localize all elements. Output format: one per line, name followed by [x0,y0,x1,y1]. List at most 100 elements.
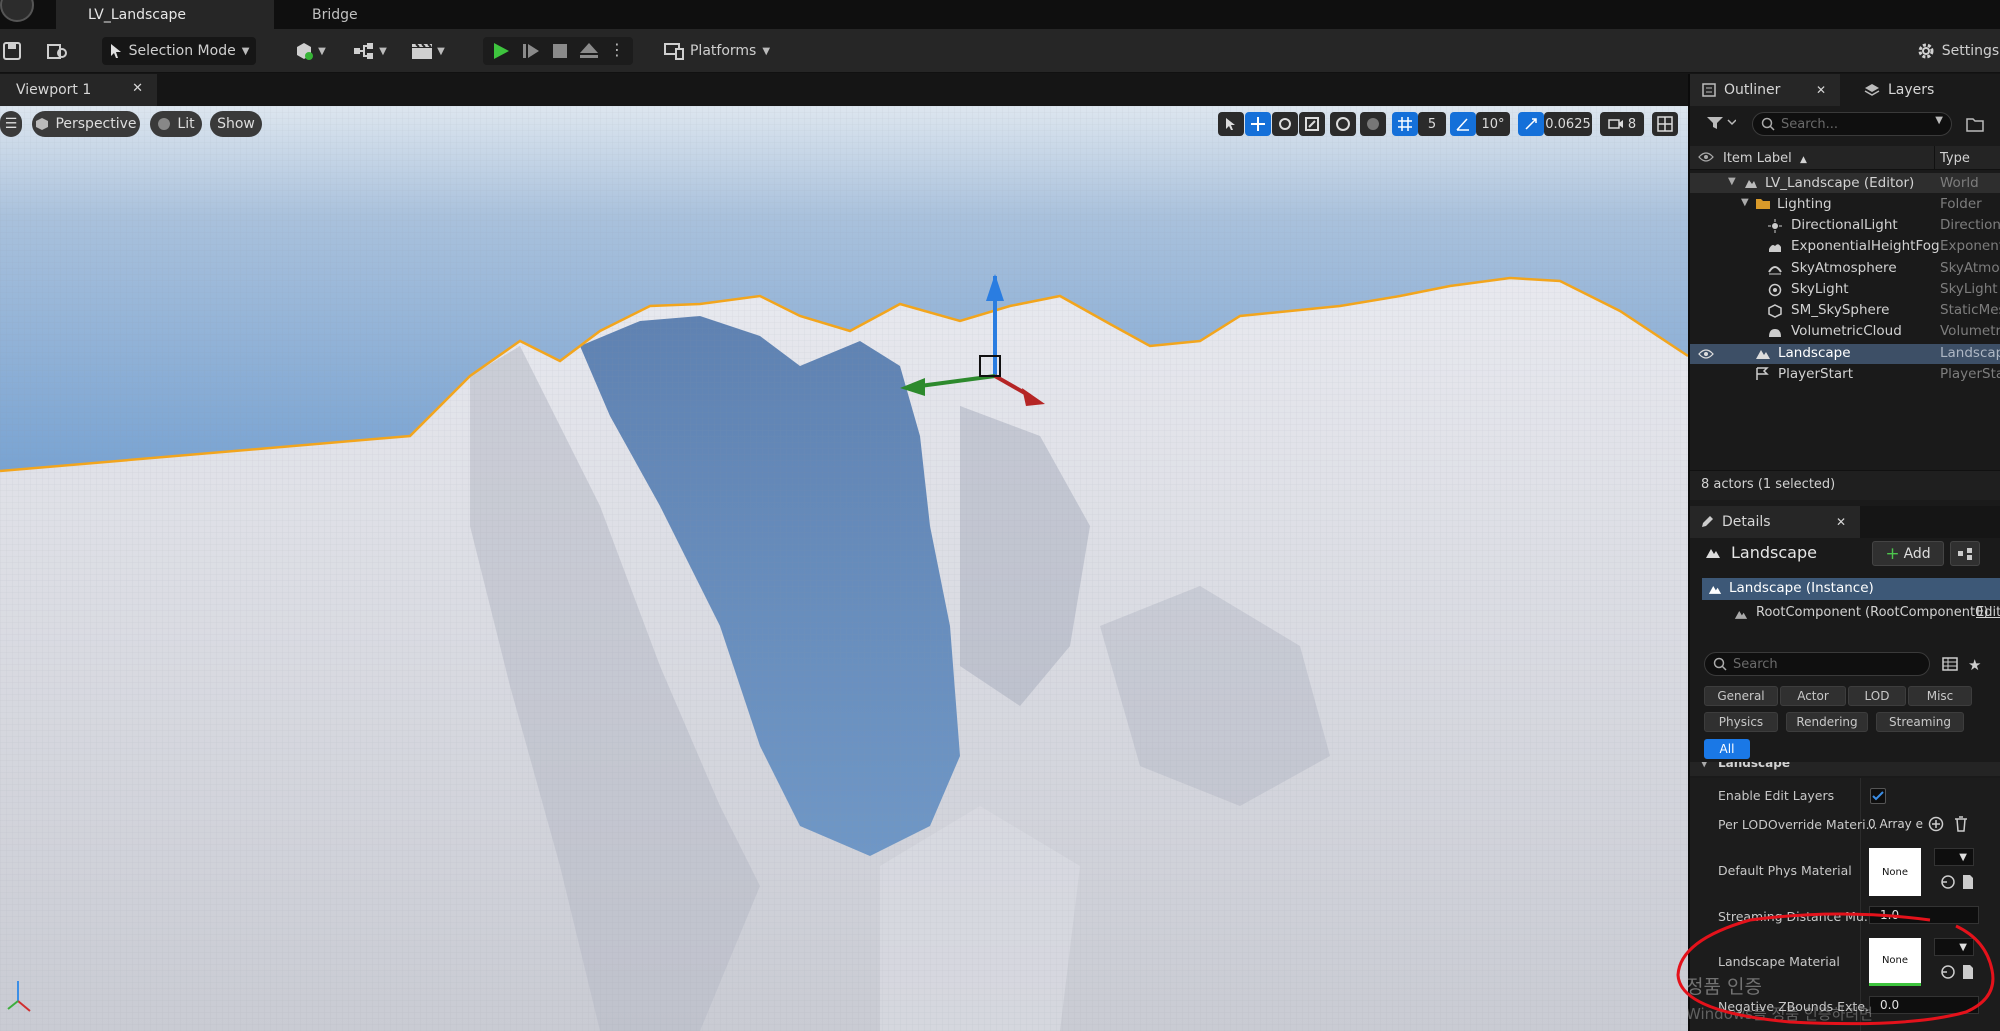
viewport-menu-icon[interactable]: ☰ [0,111,22,137]
property-matrix-icon[interactable] [1942,657,1958,671]
rotation-snap-value[interactable]: 10° [1476,112,1510,136]
tab-viewport-1[interactable]: Viewport 1 ✕ [0,74,157,106]
viewport-tab-label: Viewport 1 [16,82,92,98]
tab-bridge[interactable]: Bridge [274,0,414,29]
scale-tool-icon[interactable] [1299,112,1325,136]
column-divider[interactable] [1934,146,1935,170]
column-item-label[interactable]: Item Label ▲ [1723,151,1807,166]
filter-general[interactable]: General [1704,686,1778,706]
play-icon[interactable] [491,41,511,61]
add-folder-icon[interactable] [1966,116,1984,132]
rotation-snap-icon[interactable] [1450,112,1476,136]
unreal-logo-icon[interactable] [0,0,34,22]
close-icon[interactable]: ✕ [1836,515,1846,529]
add-component-button[interactable]: + Add [1872,541,1944,566]
add-label: Add [1903,545,1931,562]
layers-tab-label: Layers [1888,82,1935,98]
edit-link[interactable]: Edit [1976,605,2000,620]
grid-snap-icon[interactable] [1392,112,1418,136]
platforms-dropdown[interactable]: Platforms ▼ [663,37,770,65]
filter-streaming[interactable]: Streaming [1876,712,1964,732]
landscape-icon [1755,347,1771,360]
outliner-item-label: VolumetricCloud [1791,323,1902,339]
thumbnail-label: None [1881,866,1909,878]
blueprints-button[interactable]: ▼ [348,37,392,65]
trash-icon[interactable] [1954,816,1968,832]
tab-layers[interactable]: Layers [1850,74,2000,106]
lit-button[interactable]: Lit [150,111,202,137]
perspective-label: Perspective [55,116,137,132]
tab-lv-landscape[interactable]: LV_Landscape [56,0,274,29]
rotate-tool-icon[interactable] [1272,112,1298,136]
clapperboard-icon [411,42,433,60]
tab-details[interactable]: Details ✕ [1690,506,1860,538]
show-button[interactable]: Show [210,111,262,137]
viewport-toolbar: ☰ Perspective Lit Show 5 10° 0.0625 8 [0,106,1688,142]
phys-material-thumbnail[interactable]: None [1869,848,1921,896]
scale-snap-value[interactable]: 0.0625 [1544,112,1592,136]
details-search-input[interactable]: Search [1704,652,1930,676]
cursor-icon [109,43,123,59]
chevron-down-icon: ▼ [1959,851,1967,863]
add-element-icon[interactable] [1928,816,1944,832]
expand-arrow-icon[interactable]: ▼ [1741,197,1749,208]
eye-icon[interactable] [1698,348,1714,360]
grid-snap-value[interactable]: 5 [1418,112,1446,136]
camera-speed-button[interactable]: 8 [1600,112,1644,136]
filter-icon[interactable] [1706,115,1736,131]
visibility-column-icon[interactable] [1698,151,1714,163]
viewport-tab-strip: Viewport 1 ✕ [0,74,1688,106]
enable-edit-layers-checkbox[interactable] [1870,788,1886,804]
level-viewport[interactable] [0,106,1688,1031]
browse-icon[interactable] [1962,874,1974,890]
scale-snap-icon[interactable] [1518,112,1544,136]
use-selected-icon[interactable] [1940,874,1956,890]
world-local-icon[interactable] [1330,112,1356,136]
select-cursor-icon[interactable] [1218,112,1244,136]
viewport-layout-icon[interactable] [1652,112,1678,136]
surface-snap-icon[interactable] [1360,112,1386,136]
red-annotation-circle [1676,912,1995,1026]
filter-all[interactable]: All [1704,739,1750,759]
settings-button[interactable]: Settings [1910,37,2000,65]
component-instance-label: Landscape (Instance) [1729,580,1874,596]
advance-frame-icon[interactable] [521,41,541,61]
tab-outliner[interactable]: Outliner ✕ [1690,74,1840,106]
add-actor-button[interactable]: ▼ [288,37,332,65]
save-icon[interactable] [0,37,24,65]
chevron-down-icon: ▼ [241,45,250,57]
eject-icon[interactable] [579,42,599,60]
filter-misc[interactable]: Misc [1908,686,1972,706]
filter-physics[interactable]: Physics [1704,712,1778,732]
outliner-item-type: World [1940,175,1979,191]
static-mesh-icon [1768,304,1782,318]
outliner-item-type: SkyAtmos [1940,260,2000,276]
sort-ascending-icon: ▲ [1799,155,1807,165]
translate-tool-icon[interactable] [1245,112,1271,136]
section-header-landscape[interactable]: ▼ Landscape [1690,762,2000,776]
outliner-search-input[interactable]: Search... ▼ [1752,112,1952,136]
perspective-button[interactable]: Perspective [32,111,140,137]
filter-actor[interactable]: Actor [1780,686,1846,706]
phys-material-picker[interactable]: ▼ [1934,848,1974,866]
more-options-icon[interactable]: ⋮ [609,40,625,59]
outliner-item-type: SkyLight [1940,281,1998,297]
expand-arrow-icon[interactable]: ▼ [1728,176,1736,187]
favorites-star-icon[interactable]: ★ [1968,656,1981,674]
filter-rendering[interactable]: Rendering [1786,712,1868,732]
outliner-item-label: SM_SkySphere [1791,302,1890,318]
outliner-item-type: PlayerSta [1940,366,2000,382]
chevron-down-icon: ▼ [437,45,445,57]
stop-icon[interactable] [551,42,569,60]
close-icon[interactable]: ✕ [1816,83,1826,97]
selection-mode-dropdown[interactable]: Selection Mode ▼ [102,37,256,65]
lit-label: Lit [177,116,195,132]
blueprint-convert-icon[interactable] [1950,541,1980,566]
plus-icon: + [1885,543,1900,564]
close-icon[interactable]: ✕ [132,81,143,96]
browse-content-icon[interactable] [44,37,72,65]
column-type[interactable]: Type [1940,151,1970,166]
filter-lod[interactable]: LOD [1848,686,1906,706]
root-component-label[interactable]: RootComponent (RootComponent0) [1756,605,1988,620]
cinematics-button[interactable]: ▼ [406,37,450,65]
